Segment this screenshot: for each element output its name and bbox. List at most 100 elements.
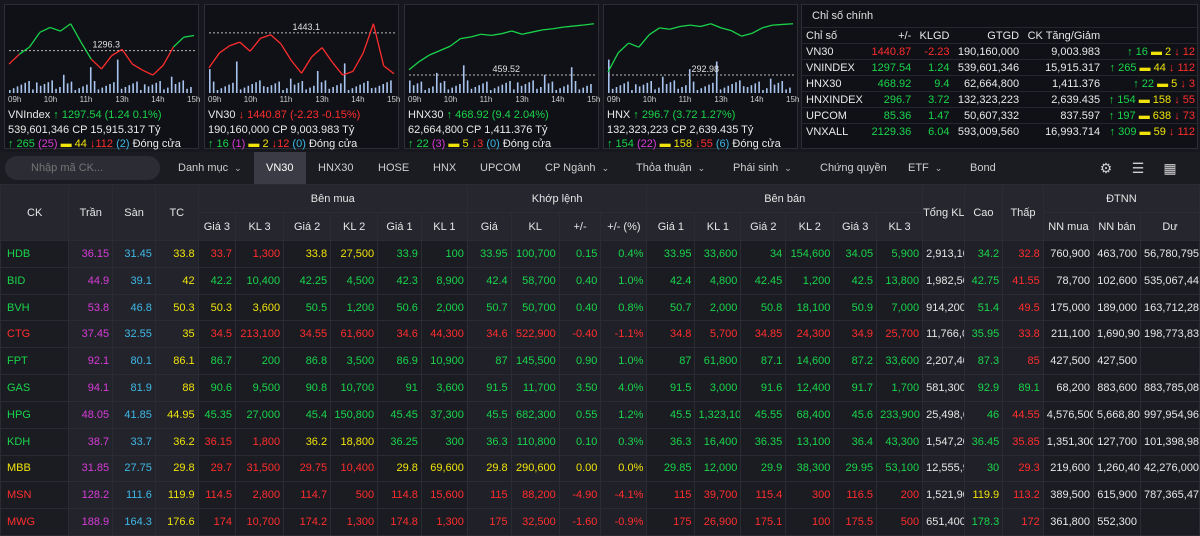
subheader-cell[interactable]: +/-: [558, 212, 602, 241]
subheader-cell[interactable]: KL 2: [330, 212, 379, 241]
nav-tab-upcom[interactable]: UPCOM: [480, 152, 521, 184]
square-icon: ▬: [1157, 77, 1172, 90]
index-chart-hnx30[interactable]: 459.52 09h 10h 11h 13h 14h 15h HNX30 ↑ 468.92 (…: [404, 4, 600, 150]
stock-row[interactable]: FPT 92.1 80.1 86.1 86.7 200 86.8 3,500 86.9 10,90…: [0, 347, 1200, 376]
header-floor[interactable]: Sàn: [112, 184, 156, 241]
header-total-volume[interactable]: Tổng KL: [922, 184, 965, 241]
subheader-cell[interactable]: NN bán: [1093, 212, 1141, 241]
subheader-cell[interactable]: KL 1: [694, 212, 742, 241]
volume-bar: [574, 81, 577, 93]
volume-bar: [216, 90, 219, 93]
ask-volume-2: 154,600: [785, 240, 835, 268]
total-volume: 1,547,200: [922, 427, 965, 456]
stock-row[interactable]: BVH 53.8 46.8 50.3 50.3 3,600 50.5 1,200 50.6 2,0…: [0, 293, 1200, 322]
subheader-cell[interactable]: NN mua: [1042, 212, 1095, 241]
nav-tab-hnx30[interactable]: HNX30: [318, 152, 353, 184]
nav-tab-vn30[interactable]: VN30: [254, 152, 306, 184]
stock-row[interactable]: MSN 128.2 111.6 119.9 114.5 2,800 114.7 500 114.…: [0, 481, 1200, 510]
low-price: 49.5: [1002, 293, 1044, 322]
subheader-cell[interactable]: KL 1: [420, 212, 468, 241]
subheader-cell[interactable]: Giá: [466, 212, 512, 241]
header-ask-group[interactable]: Bên bán: [646, 184, 924, 213]
header-ceiling[interactable]: Trần: [68, 184, 114, 241]
subheader-cell[interactable]: Giá 1: [646, 212, 696, 241]
nav-tab-hnx[interactable]: HNX: [433, 152, 456, 184]
header-high[interactable]: Cao: [963, 184, 1004, 241]
index-change: (9.4 2.04%): [491, 109, 549, 121]
match-volume: 58,700: [510, 266, 560, 295]
volume-bar: [289, 78, 292, 93]
ask-price-1: 87: [646, 347, 696, 376]
volume-bar: [74, 90, 77, 93]
nav-tab-chứng-quyền[interactable]: Chứng quyền: [820, 152, 887, 184]
nav-tab-danh-mục[interactable]: Danh mục ⌄: [178, 152, 242, 184]
index-chart-hnx[interactable]: 292.98 09h 10h 11h 13h 14h 15h HNX ↑ 296.7 (3.7…: [603, 4, 799, 150]
subheader-cell[interactable]: Giá 2: [283, 212, 332, 241]
nav-tab-bond[interactable]: Bond: [970, 152, 996, 184]
bid-volume-2: 27,500: [330, 240, 379, 268]
price-line-segment: [321, 47, 333, 63]
stock-row[interactable]: MBB 31.85 27.75 29.8 29.7 31,500 29.75 10,400 29…: [0, 454, 1200, 483]
index-chart-vn30[interactable]: 1443.1 09h 10h 11h 13h 14h 15h VN30 ↓ 1440.87 (…: [204, 4, 400, 150]
header-ck[interactable]: CK: [0, 184, 70, 241]
stock-row[interactable]: MWG 188.9 164.3 176.6 174 10,700 174.2 1,300 174…: [0, 508, 1200, 536]
stock-row[interactable]: GAS 94.1 81.9 88 90.6 9,500 90.8 10,700 91 3,600 9…: [0, 374, 1200, 402]
nav-tab-label: ETF: [908, 162, 929, 174]
nav-tab-hose[interactable]: HOSE: [378, 152, 409, 184]
volume-bar: [723, 87, 726, 93]
main-indices-row[interactable]: HNXINDEX 296.7 3.72 132,323,223 2,639.435 ↑ 1…: [802, 91, 1199, 108]
main-indices-row[interactable]: HNX30 468.92 9.4 62,664,800 1,411.376 ↑ 22 ▬ …: [802, 75, 1199, 92]
price-line-segment: [362, 23, 375, 54]
subheader-cell[interactable]: +/- (%): [600, 212, 648, 241]
stock-row[interactable]: HDB 36.15 31.45 33.8 33.7 1,300 33.8 27,500 33.9…: [0, 240, 1200, 268]
volume-bar: [543, 74, 546, 93]
volume-bar: [255, 82, 257, 93]
header-matched-group[interactable]: Khớp lệnh: [466, 184, 648, 213]
price-line-segment: [552, 26, 564, 30]
main-indices-row[interactable]: UPCOM 85.36 1.47 50,607,332 837.597 ↑ 197 ▬ 6…: [802, 107, 1199, 124]
stock-row[interactable]: CTG 37.45 32.55 35 34.5 213,100 34.55 61,600 34.…: [0, 320, 1200, 349]
main-indices-row[interactable]: VNXALL 2129.36 6.04 593,009,560 16,993.714 ↑ …: [802, 123, 1199, 140]
subheader-cell[interactable]: KL: [510, 212, 560, 241]
volume-bar: [359, 84, 361, 93]
subheader-cell[interactable]: Dư: [1140, 212, 1200, 241]
header-low[interactable]: Thấp: [1002, 184, 1044, 241]
header-foreign-group[interactable]: ĐTNN: [1042, 184, 1200, 213]
bid-price-3: 45.35: [197, 400, 237, 429]
subheader-cell[interactable]: Giá 2: [740, 212, 787, 241]
subheader-cell[interactable]: Giá 1: [377, 212, 422, 241]
match-price: 42.4: [466, 266, 512, 295]
subheader-cell[interactable]: KL 3: [876, 212, 924, 241]
price-line-segment: [772, 23, 783, 26]
header-reference[interactable]: TC: [154, 184, 199, 241]
grid-icon[interactable]: ▦: [1162, 160, 1178, 176]
index-volume: 593,009,560: [957, 125, 1020, 138]
stock-row[interactable]: HPG 48.05 41.85 44.95 45.35 27,000 45.4 150,800…: [0, 400, 1200, 429]
stock-row[interactable]: BID 44.9 39.1 42 42.2 10,400 42.25 4,500 42.3 8,9…: [0, 266, 1200, 295]
main-indices-row[interactable]: VNINDEX 1297.54 1.24 539,601,346 15,915.317 ↑…: [802, 59, 1199, 76]
header-bid-group[interactable]: Bên mua: [197, 184, 468, 213]
subheader-cell[interactable]: KL 3: [235, 212, 285, 241]
subheader-cell[interactable]: KL 2: [785, 212, 835, 241]
subheader-cell[interactable]: Giá 3: [833, 212, 878, 241]
nav-tab-thỏa-thuận[interactable]: Thỏa thuận ⌄: [636, 152, 705, 184]
nav-tab-phái-sinh[interactable]: Phái sinh ⌄: [733, 152, 792, 184]
volume-bar: [116, 59, 119, 93]
ask-volume-1: 16,400: [694, 427, 742, 456]
list-icon[interactable]: ☰: [1130, 160, 1146, 176]
gear-icon[interactable]: ⚙: [1098, 160, 1114, 176]
symbol-search-input[interactable]: [5, 156, 160, 180]
reference-price: 33.8: [154, 240, 199, 268]
nav-tab-etf[interactable]: ETF ⌄: [908, 152, 942, 184]
hour-tick-label: 13h: [714, 95, 727, 104]
reference-price: 88: [154, 374, 199, 402]
volume-bar: [559, 88, 561, 93]
square-icon: ▬: [656, 138, 674, 150]
ask-volume-1: 1,323,100: [694, 400, 742, 429]
main-indices-row[interactable]: VN30 1440.87 -2.23 190,160,000 9,003.983 ↑ 16…: [802, 43, 1199, 60]
nav-tab-cp-ngành[interactable]: CP Ngành ⌄: [545, 152, 609, 184]
price-line-segment: [638, 34, 650, 48]
stock-row[interactable]: KDH 38.7 33.7 36.2 36.15 1,800 36.2 18,800 36.25…: [0, 427, 1200, 456]
index-chart-vnindex[interactable]: 1296.3 09h 10h 11h 13h 14h 15h VNIndex ↑ 1297.5…: [4, 4, 200, 150]
subheader-cell[interactable]: Giá 3: [197, 212, 237, 241]
